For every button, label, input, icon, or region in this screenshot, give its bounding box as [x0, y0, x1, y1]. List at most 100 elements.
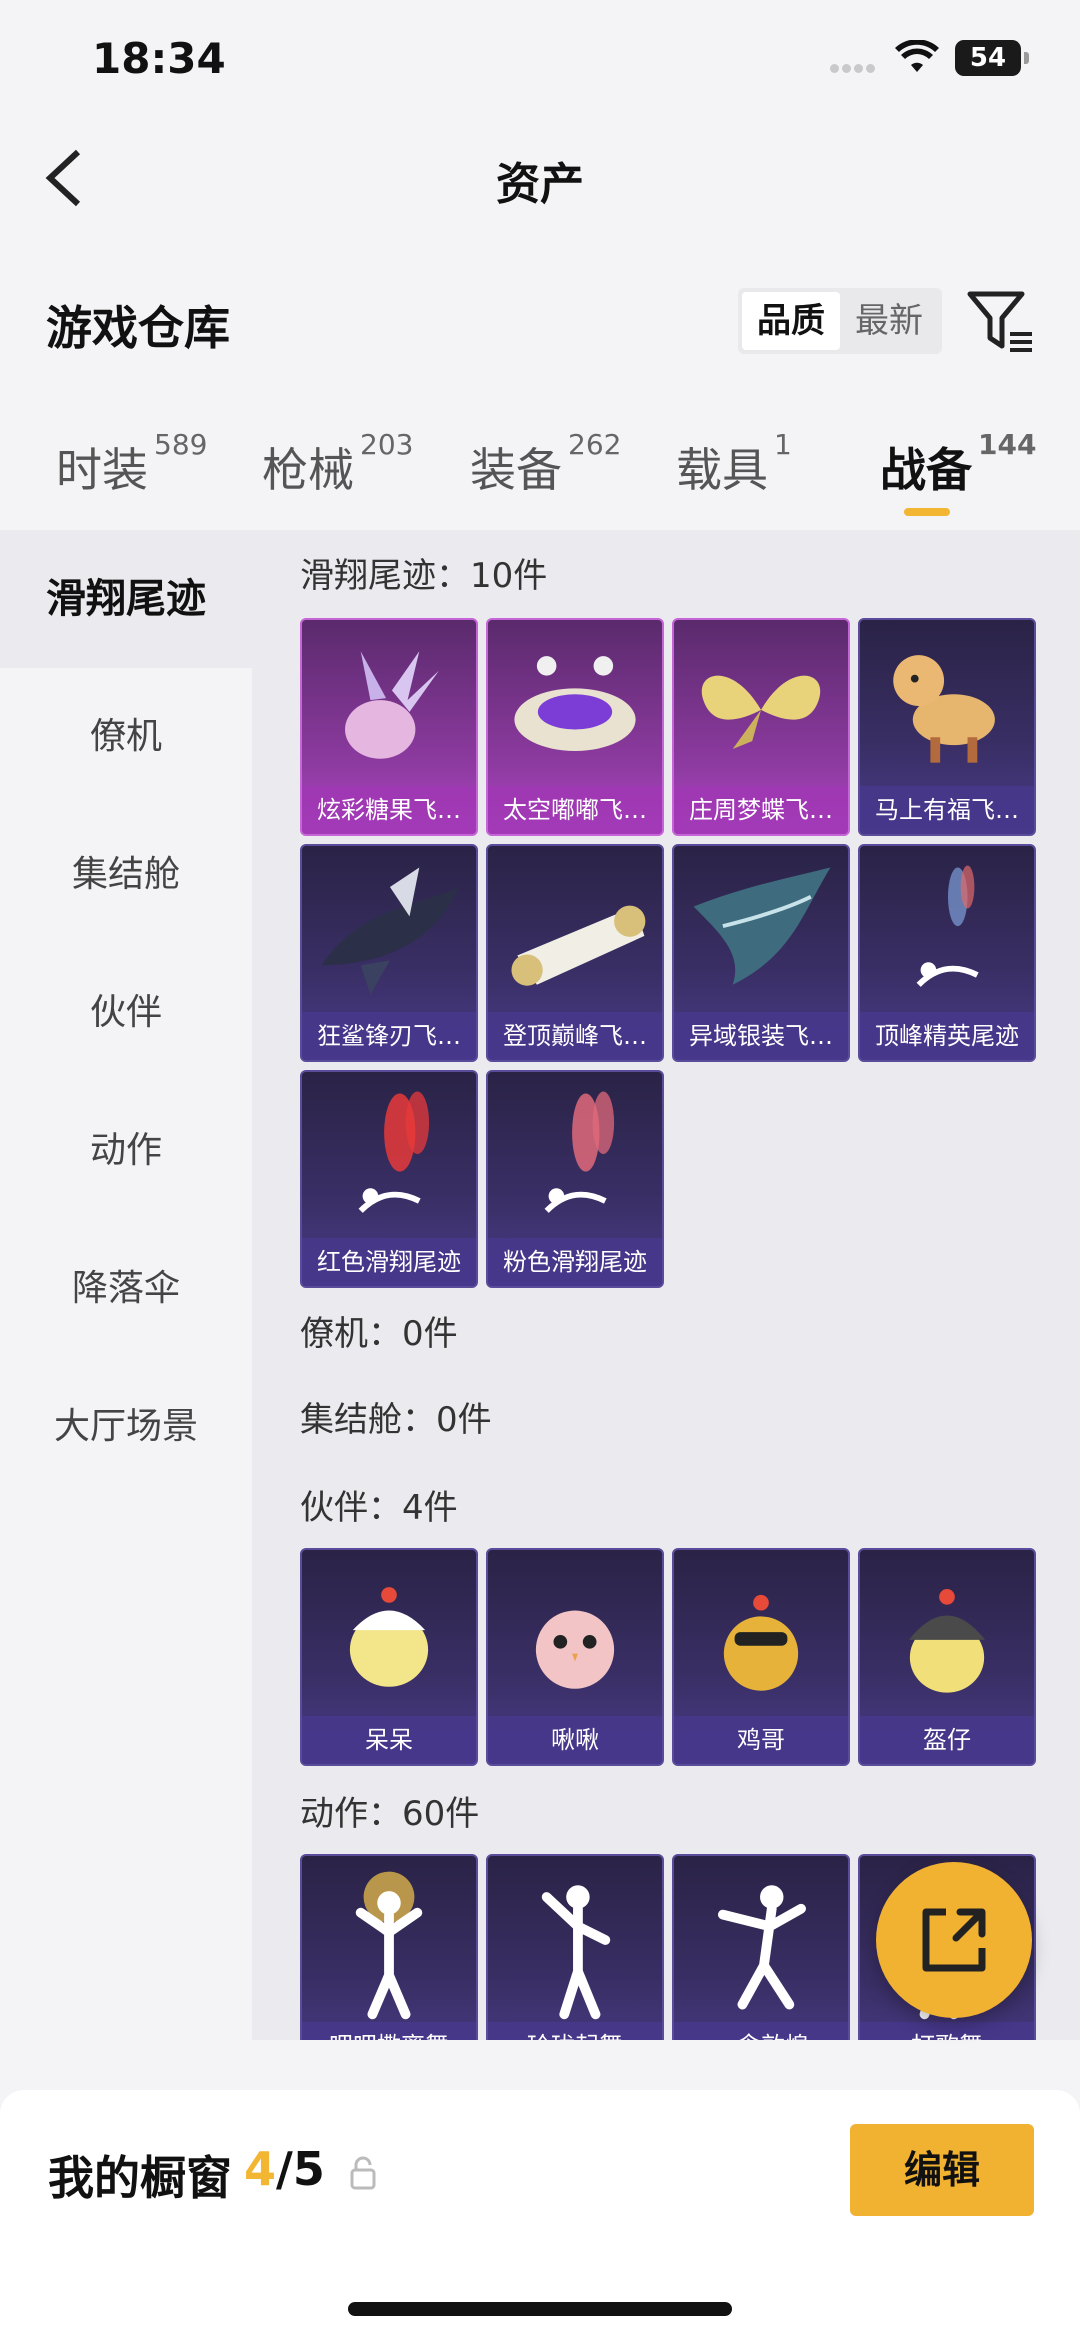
item-card[interactable]: 玲珑起舞	[486, 1854, 664, 2040]
item-card[interactable]: 狂鲨锋刃飞…	[300, 844, 478, 1062]
home-indicator	[348, 2302, 732, 2316]
item-name: 鸡哥	[674, 1716, 848, 1764]
item-card[interactable]: 太空嘟嘟飞…	[486, 618, 664, 836]
tab-indicator	[904, 508, 950, 516]
group-title: 滑翔尾迹：10件	[300, 556, 548, 596]
item-name: 呷呷撒离舞	[302, 2022, 476, 2040]
showcase-bar: 我的橱窗 4/5 编辑	[0, 2090, 1080, 2339]
page-title: 资产	[496, 159, 584, 210]
item-thumbnail	[893, 655, 995, 763]
item-list[interactable]: 滑翔尾迹：10件 炫彩糖果飞… 太空嘟嘟飞… 庄周梦蝶飞… 马上有福飞… 狂鲨锋…	[252, 530, 1080, 2040]
item-thumbnail	[701, 675, 821, 749]
showcase-title: 我的橱窗	[48, 2151, 232, 2205]
item-name: 打歌舞	[860, 2022, 1034, 2040]
item-thumbnail	[723, 1594, 799, 1691]
item-thumbnail	[544, 1091, 615, 1213]
showcase-count-total: /5	[276, 2142, 325, 2196]
item-card[interactable]: 炫彩糖果飞…	[300, 618, 478, 836]
section-title: 游戏仓库	[46, 301, 230, 355]
item-card[interactable]: 顶峰精英尾迹	[858, 844, 1036, 1062]
status-bar: 18:34 54	[0, 0, 1080, 120]
tab-supplies[interactable]: 战备 144	[880, 428, 1036, 500]
sort-latest-button[interactable]: 最新	[840, 292, 938, 350]
tab-count: 144	[978, 428, 1037, 461]
tab-label: 枪械	[262, 443, 354, 497]
tab-label: 装备	[470, 443, 562, 497]
nav-bar: 资产	[0, 120, 1080, 240]
item-name: 盔仔	[860, 1716, 1034, 1764]
item-thumbnail	[693, 867, 831, 985]
item-grid: 炫彩糖果飞… 太空嘟嘟飞… 庄周梦蝶飞… 马上有福飞… 狂鲨锋刃飞… 登顶巅峰飞…	[300, 618, 1040, 1290]
sidebar-item-wingman[interactable]: 僚机	[0, 668, 252, 806]
section-header: 游戏仓库 品质 最新	[0, 270, 1080, 380]
tab-label: 时装	[56, 443, 148, 497]
tab-count: 1	[774, 428, 792, 461]
item-thumbnail	[355, 1871, 423, 2020]
item-name: 粉色滑翔尾迹	[488, 1238, 662, 1286]
item-card[interactable]: 一念敦煌	[672, 1854, 850, 2040]
item-card[interactable]: 鸡哥	[672, 1548, 850, 1766]
item-thumbnail	[321, 867, 459, 995]
item-grid: 呆呆 啾啾 鸡哥 盔仔	[300, 1548, 1040, 1768]
item-name: 呆呆	[302, 1716, 476, 1764]
sidebar-item-lobby[interactable]: 大厅场景	[0, 1358, 252, 1496]
tab-guns[interactable]: 枪械 203	[262, 428, 413, 500]
item-thumbnail	[511, 905, 646, 986]
group-title: 动作：60件	[300, 1794, 480, 1834]
wifi-icon	[895, 40, 939, 72]
lock-icon	[350, 2156, 376, 2190]
item-thumbnail	[349, 1587, 429, 1687]
item-name: 顶峰精英尾迹	[860, 1012, 1034, 1060]
item-card[interactable]: 庄周梦蝶飞…	[672, 618, 850, 836]
sidebar-item-glide-trail[interactable]: 滑翔尾迹	[0, 530, 252, 668]
cellular-signal-icon	[830, 58, 880, 73]
sidebar: 滑翔尾迹 僚机 集结舱 伙伴 动作 降落伞 大厅场景	[0, 530, 252, 2040]
item-card[interactable]: 盔仔	[858, 1548, 1036, 1766]
tab-count: 262	[568, 428, 622, 461]
share-external-icon	[922, 1908, 986, 1972]
filter-icon[interactable]	[966, 288, 1034, 356]
item-card[interactable]: 呆呆	[300, 1548, 478, 1766]
item-name: 啾啾	[488, 1716, 662, 1764]
edit-button[interactable]: 编辑	[850, 2124, 1034, 2216]
tab-vehicles[interactable]: 载具 1	[676, 428, 792, 500]
sidebar-item-emote[interactable]: 动作	[0, 1082, 252, 1220]
item-card[interactable]: 马上有福飞…	[858, 618, 1036, 836]
category-tabs: 时装 589 枪械 203 装备 262 载具 1 战备 144	[0, 420, 1080, 530]
item-name: 登顶巅峰飞…	[488, 1012, 662, 1060]
group-title: 集结舱：0件	[300, 1400, 492, 1440]
tab-label: 战备	[880, 443, 972, 497]
item-thumbnail	[916, 865, 979, 987]
group-title: 伙伴：4件	[300, 1488, 458, 1528]
sidebar-item-companion[interactable]: 伙伴	[0, 944, 252, 1082]
item-card[interactable]: 登顶巅峰飞…	[486, 844, 664, 1062]
item-thumbnail	[541, 1885, 611, 2020]
sort-toggle: 品质 最新	[738, 288, 942, 354]
item-thumbnail	[514, 656, 636, 751]
item-card[interactable]: 呷呷撒离舞	[300, 1854, 478, 2040]
status-time: 18:34	[92, 34, 226, 83]
item-card[interactable]: 啾啾	[486, 1548, 664, 1766]
item-thumbnail	[717, 1885, 806, 2010]
sort-quality-button[interactable]: 品质	[742, 292, 840, 350]
battery-icon: 54	[955, 40, 1029, 76]
tab-label: 载具	[676, 443, 768, 497]
item-name: 炫彩糖果飞…	[302, 786, 476, 834]
item-card[interactable]: 粉色滑翔尾迹	[486, 1070, 664, 1288]
share-button[interactable]	[876, 1862, 1032, 2018]
item-name: 异域银装飞…	[674, 1012, 848, 1060]
item-thumbnail	[358, 1091, 430, 1213]
tab-equipment[interactable]: 装备 262	[470, 428, 621, 500]
sidebar-item-parachute[interactable]: 降落伞	[0, 1220, 252, 1358]
tab-fashion[interactable]: 时装 589	[56, 428, 207, 500]
showcase-count-current: 4	[244, 2142, 277, 2196]
item-card[interactable]: 红色滑翔尾迹	[300, 1070, 478, 1288]
item-name: 红色滑翔尾迹	[302, 1238, 476, 1286]
tab-count: 203	[360, 428, 414, 461]
item-name: 庄周梦蝶飞…	[674, 786, 848, 834]
tab-count: 589	[154, 428, 208, 461]
item-name: 马上有福飞…	[860, 786, 1034, 834]
item-name: 太空嘟嘟飞…	[488, 786, 662, 834]
sidebar-item-pod[interactable]: 集结舱	[0, 806, 252, 944]
item-card[interactable]: 异域银装飞…	[672, 844, 850, 1062]
